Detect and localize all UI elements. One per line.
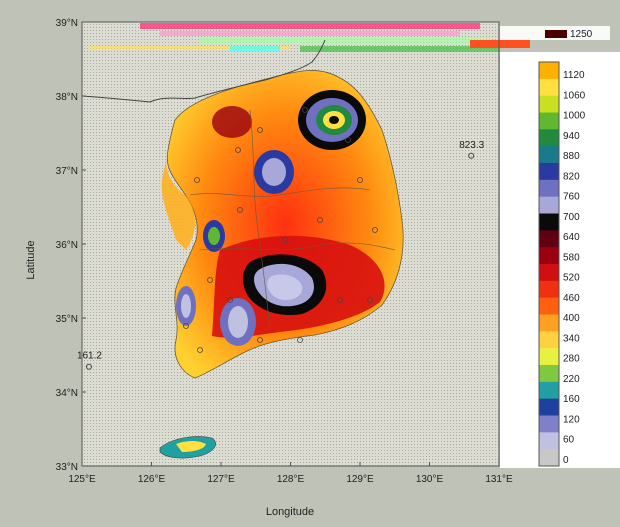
colorbar-background bbox=[500, 52, 620, 468]
colorbar-swatch bbox=[539, 213, 559, 231]
x-tick-label: 126°E bbox=[138, 474, 166, 485]
colorbar-label: 1000 bbox=[563, 111, 586, 122]
colorbar-swatch bbox=[539, 230, 559, 248]
colorbar-swatch bbox=[539, 146, 559, 164]
colorbar-swatch bbox=[539, 179, 559, 198]
colorbar-label: 940 bbox=[563, 131, 580, 142]
colorbar-swatch bbox=[539, 381, 559, 400]
colorbar-label: 700 bbox=[563, 212, 580, 223]
colorbar bbox=[538, 61, 560, 467]
colorbar-swatch bbox=[539, 196, 559, 214]
y-tick-label: 35°N bbox=[56, 314, 78, 325]
colorbar-swatch bbox=[539, 432, 559, 450]
colorbar-label: 120 bbox=[563, 414, 580, 425]
colorbar-label: 340 bbox=[563, 333, 580, 344]
colorbar-label: 160 bbox=[563, 394, 580, 405]
colorbar-swatch bbox=[539, 280, 559, 299]
colorbar-label: 1120 bbox=[563, 70, 585, 81]
colorbar-label: 820 bbox=[563, 171, 580, 182]
colorbar-swatch bbox=[539, 163, 559, 181]
colorbar-label: 460 bbox=[563, 293, 580, 304]
colorbar-swatch bbox=[539, 112, 559, 130]
y-axis-ticks: 33°N 34°N 35°N 36°N 37°N 38°N 39°N bbox=[56, 18, 86, 473]
colorbar-swatch bbox=[539, 78, 559, 97]
colorbar-label: 400 bbox=[563, 313, 580, 324]
x-tick-label: 131°E bbox=[485, 474, 513, 485]
colorbar-swatch bbox=[539, 297, 559, 315]
colorbar-label: 520 bbox=[563, 273, 580, 284]
colorbar-label: 640 bbox=[563, 232, 580, 243]
colorbar-label: 580 bbox=[563, 252, 580, 263]
x-tick-label: 128°E bbox=[277, 474, 305, 485]
colorbar-label: 1060 bbox=[563, 90, 586, 101]
colorbar-swatch bbox=[539, 415, 559, 433]
rainfall-map: 1250 823.3161.2 125°E 126°E 127°E 128°E … bbox=[25, 18, 620, 518]
colorbar-swatch bbox=[539, 247, 559, 265]
colorbar-swatch bbox=[539, 62, 559, 80]
colorbar-swatch bbox=[539, 314, 559, 332]
station-value-label: 823.3 bbox=[459, 140, 484, 151]
x-tick-label: 129°E bbox=[346, 474, 374, 485]
colorbar-swatch bbox=[539, 398, 559, 416]
station-value-label: 161.2 bbox=[77, 351, 102, 362]
y-tick-label: 33°N bbox=[56, 462, 78, 473]
colorbar-label: 880 bbox=[563, 151, 580, 162]
x-tick-label: 125°E bbox=[68, 474, 96, 485]
colorbar-label: 760 bbox=[563, 192, 580, 203]
colorbar-swatch bbox=[539, 129, 559, 147]
colorbar-label: 60 bbox=[563, 435, 575, 446]
y-axis-label: Latitude bbox=[25, 240, 37, 279]
x-tick-label: 130°E bbox=[416, 474, 444, 485]
y-tick-label: 39°N bbox=[56, 18, 78, 29]
colorbar-swatch bbox=[539, 95, 559, 113]
colorbar-swatch bbox=[539, 348, 559, 366]
colorbar-swatch bbox=[539, 331, 559, 349]
colorbar-label: 220 bbox=[563, 374, 580, 385]
y-tick-label: 36°N bbox=[56, 240, 78, 251]
colorbar-swatch bbox=[539, 449, 559, 467]
colorbar-swatch bbox=[539, 365, 559, 383]
y-tick-label: 37°N bbox=[56, 166, 78, 177]
colorbar-label: 0 bbox=[563, 455, 569, 466]
header-number: 1250 bbox=[570, 29, 593, 40]
colorbar-swatch bbox=[539, 264, 559, 282]
colorbar-label: 280 bbox=[563, 354, 580, 365]
y-tick-label: 34°N bbox=[56, 388, 78, 399]
x-tick-label: 127°E bbox=[207, 474, 235, 485]
x-axis-label: Longitude bbox=[266, 506, 314, 518]
y-tick-label: 38°N bbox=[56, 92, 78, 103]
